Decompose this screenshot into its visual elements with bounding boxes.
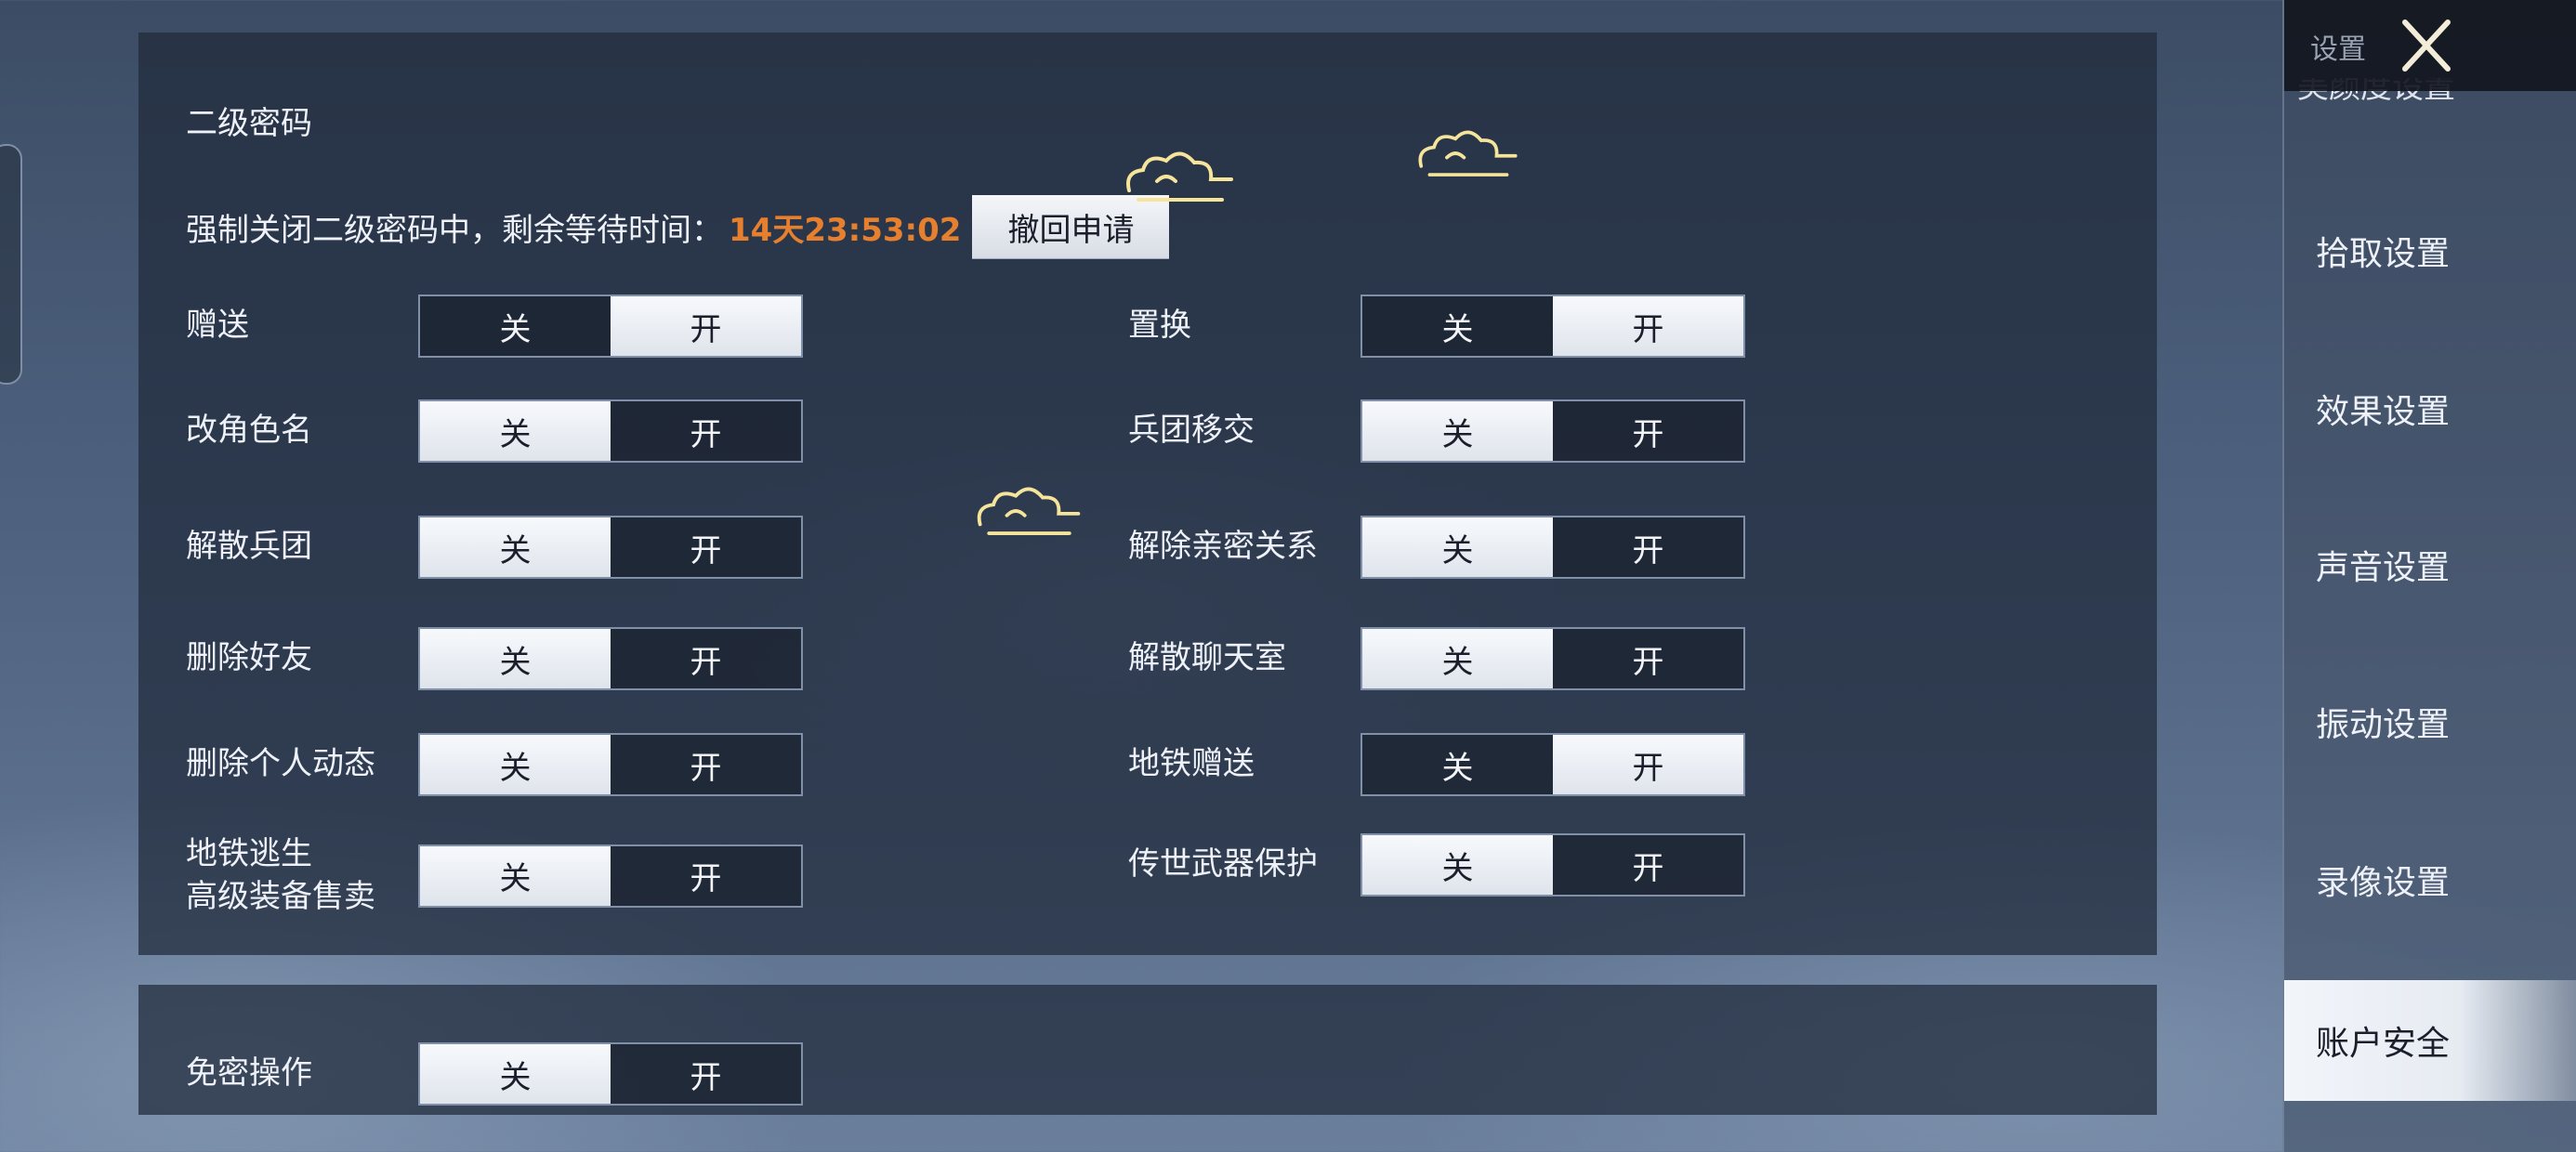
- countdown-timer: 14天23:53:02: [729, 211, 962, 249]
- settings-title: 设置: [2310, 33, 2366, 66]
- disband-corps-toggle[interactable]: 关 开: [418, 516, 803, 579]
- toggle-on-option[interactable]: 开: [1553, 401, 1743, 461]
- exchange-toggle[interactable]: 关 开: [1360, 295, 1745, 358]
- setting-row-password-free: 免密操作 关 开: [186, 1042, 803, 1106]
- legend-weapon-toggle[interactable]: 关 开: [1360, 833, 1745, 897]
- setting-row-disband-chatroom: 解散聊天室 关 开: [1128, 627, 1745, 690]
- setting-row-metro-sell: 地铁逃生 高级装备售卖 关 开: [186, 833, 803, 919]
- setting-label: 兵团移交: [1128, 412, 1255, 450]
- password-free-panel: 免密操作 关 开: [138, 985, 2157, 1115]
- toggle-on-option[interactable]: 开: [1553, 835, 1743, 895]
- sidebar-item-recording[interactable]: 录像设置: [2284, 819, 2576, 940]
- setting-label: 传世武器保护: [1128, 845, 1318, 884]
- setting-row-rename: 改角色名 关 开: [186, 399, 803, 463]
- toggle-on-option[interactable]: 开: [611, 629, 801, 688]
- setting-label: 解除亲密关系: [1128, 528, 1318, 566]
- corps-transfer-toggle[interactable]: 关 开: [1360, 399, 1745, 463]
- toggle-on-option[interactable]: 开: [611, 1044, 801, 1104]
- setting-row-break-intimacy: 解除亲密关系 关 开: [1128, 516, 1745, 579]
- left-edge-tab[interactable]: [0, 144, 22, 385]
- toggle-off-option[interactable]: 关: [420, 735, 611, 794]
- setting-label: 赠送: [186, 307, 249, 345]
- cloud-icon: [1126, 151, 1233, 202]
- toggle-on-option[interactable]: 开: [611, 846, 801, 906]
- toggle-off-option[interactable]: 关: [420, 401, 611, 461]
- notice-text: 强制关闭二级密码中，剩余等待时间：: [186, 211, 723, 249]
- toggle-on-option[interactable]: 开: [1553, 735, 1743, 794]
- toggle-on-option[interactable]: 开: [1553, 296, 1743, 356]
- sidebar-item-effects[interactable]: 效果设置: [2284, 348, 2576, 469]
- sidebar-item-vibration[interactable]: 振动设置: [2284, 661, 2576, 782]
- force-close-notice: 强制关闭二级密码中，剩余等待时间： 14天23:53:02 撤回申请: [186, 195, 1170, 258]
- toggle-off-option[interactable]: 关: [1362, 401, 1553, 461]
- sidebar-item-account-security[interactable]: 账户安全: [2284, 980, 2576, 1101]
- toggle-off-option[interactable]: 关: [420, 845, 611, 906]
- setting-row-delete-friend: 删除好友 关 开: [186, 627, 803, 690]
- close-icon[interactable]: [2394, 13, 2459, 78]
- toggle-on-option[interactable]: 开: [611, 517, 801, 577]
- setting-row-corps-transfer: 兵团移交 关 开: [1128, 399, 1745, 463]
- toggle-on-option[interactable]: 开: [1553, 629, 1743, 688]
- metro-sell-toggle[interactable]: 关 开: [418, 844, 803, 908]
- setting-row-disband-corps: 解散兵团 关 开: [186, 516, 803, 579]
- cloud-icon: [1418, 130, 1518, 177]
- setting-label: 地铁赠送: [1128, 745, 1255, 783]
- settings-header: 设置: [2284, 0, 2576, 91]
- password-free-toggle[interactable]: 关 开: [418, 1042, 803, 1106]
- section-title: 二级密码: [186, 105, 312, 142]
- sidebar-item-pickup[interactable]: 拾取设置: [2284, 190, 2576, 311]
- delete-moments-toggle[interactable]: 关 开: [418, 733, 803, 796]
- toggle-on-option[interactable]: 开: [611, 296, 801, 356]
- gift-toggle[interactable]: 关 开: [418, 295, 803, 358]
- cloud-icon: [977, 487, 1081, 535]
- setting-label: 改角色名: [186, 412, 312, 450]
- setting-label: 解散聊天室: [1128, 639, 1286, 677]
- toggle-off-option[interactable]: 关: [1362, 835, 1553, 895]
- setting-label: 免密操作: [186, 1054, 312, 1093]
- setting-row-gift: 赠送 关 开: [186, 295, 803, 358]
- setting-row-delete-moments: 删除个人动态 关 开: [186, 733, 803, 796]
- toggle-off-option[interactable]: 关: [420, 517, 611, 577]
- toggle-off-option[interactable]: 关: [1362, 735, 1553, 794]
- toggle-off-option[interactable]: 关: [1362, 296, 1553, 356]
- disband-chatroom-toggle[interactable]: 关 开: [1360, 627, 1745, 690]
- metro-gift-toggle[interactable]: 关 开: [1360, 733, 1745, 796]
- toggle-off-option[interactable]: 关: [1362, 517, 1553, 577]
- delete-friend-toggle[interactable]: 关 开: [418, 627, 803, 690]
- toggle-off-option[interactable]: 关: [420, 629, 611, 688]
- toggle-on-option[interactable]: 开: [611, 401, 801, 461]
- setting-row-legend-weapon: 传世武器保护 关 开: [1128, 833, 1745, 897]
- toggle-off-option[interactable]: 关: [420, 296, 611, 356]
- toggle-on-option[interactable]: 开: [611, 735, 801, 794]
- sidebar-item-sound[interactable]: 声音设置: [2284, 504, 2576, 625]
- setting-label: 置换: [1128, 307, 1191, 345]
- setting-label: 删除好友: [186, 639, 312, 677]
- rename-toggle[interactable]: 关 开: [418, 399, 803, 463]
- toggle-off-option[interactable]: 关: [420, 1044, 611, 1104]
- setting-row-metro-gift: 地铁赠送 关 开: [1128, 733, 1745, 796]
- setting-label: 解散兵团: [186, 528, 312, 566]
- toggle-on-option[interactable]: 开: [1553, 517, 1743, 577]
- settings-sidebar: 美颜度设置 设置 拾取设置 效果设置 声音设置 振动设置 录像设置 账户安全: [2282, 0, 2576, 1152]
- toggle-off-option[interactable]: 关: [1362, 629, 1553, 688]
- setting-label: 地铁逃生 高级装备售卖: [186, 835, 375, 915]
- break-intimacy-toggle[interactable]: 关 开: [1360, 516, 1745, 579]
- setting-row-exchange: 置换 关 开: [1128, 295, 1745, 358]
- setting-label: 删除个人动态: [186, 745, 375, 783]
